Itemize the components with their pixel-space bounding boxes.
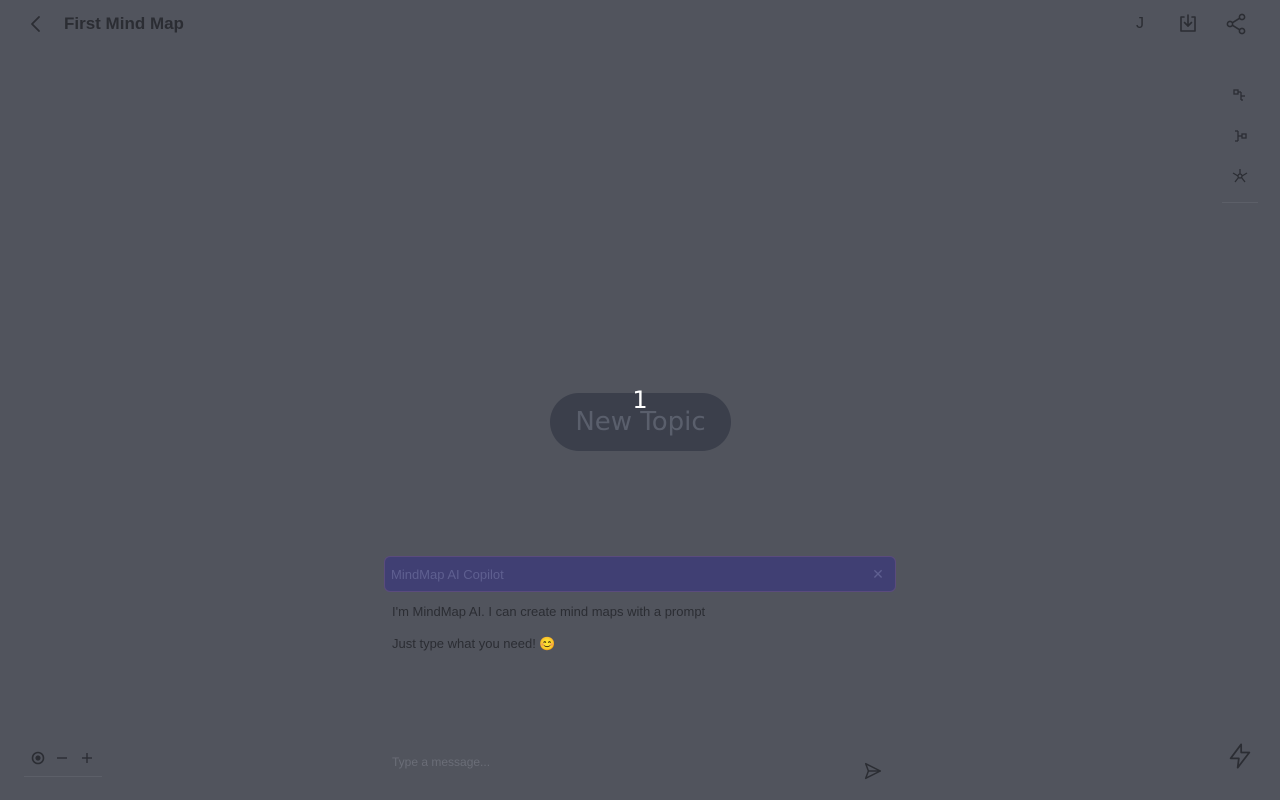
layout-right-button[interactable] <box>1230 86 1250 106</box>
copilot-title: MindMap AI Copilot <box>391 567 504 582</box>
zoom-controls <box>24 740 102 777</box>
copilot-message: I'm MindMap AI. I can create mind maps w… <box>392 604 706 619</box>
zoom-in-icon <box>82 753 92 763</box>
send-button[interactable] <box>860 758 886 784</box>
copilot-messages: I'm MindMap AI. I can create mind maps w… <box>384 592 896 742</box>
download-button[interactable] <box>1176 12 1200 36</box>
avatar[interactable]: J <box>1128 12 1152 36</box>
send-icon <box>864 762 882 780</box>
share-icon <box>1226 13 1246 35</box>
lightning-icon <box>1229 743 1251 769</box>
layout-radial-button[interactable] <box>1230 166 1250 186</box>
chevron-left-icon <box>31 16 40 32</box>
layout-radial-icon <box>1232 169 1248 183</box>
zoom-in-button[interactable] <box>75 746 99 770</box>
copilot-header: MindMap AI Copilot ✕ <box>384 556 896 592</box>
close-icon[interactable]: ✕ <box>871 567 885 581</box>
chat-input[interactable] <box>384 748 860 776</box>
page-title: First Mind Map <box>64 14 184 33</box>
share-button[interactable] <box>1224 12 1248 36</box>
node-badge: 1 <box>632 386 648 414</box>
fit-view-button[interactable] <box>26 746 50 770</box>
download-icon <box>1180 14 1196 32</box>
copilot-message: Just type what you need! 😊 <box>392 636 556 651</box>
back-button[interactable] <box>24 12 48 36</box>
layout-panel <box>1222 76 1258 203</box>
zoom-out-icon <box>57 757 67 759</box>
fit-view-icon <box>31 751 45 765</box>
zoom-out-button[interactable] <box>50 746 74 770</box>
layout-left-icon <box>1235 130 1247 142</box>
ai-assistant-button[interactable] <box>1224 740 1256 772</box>
layout-left-button[interactable] <box>1230 126 1250 146</box>
layout-right-icon <box>1233 89 1245 101</box>
